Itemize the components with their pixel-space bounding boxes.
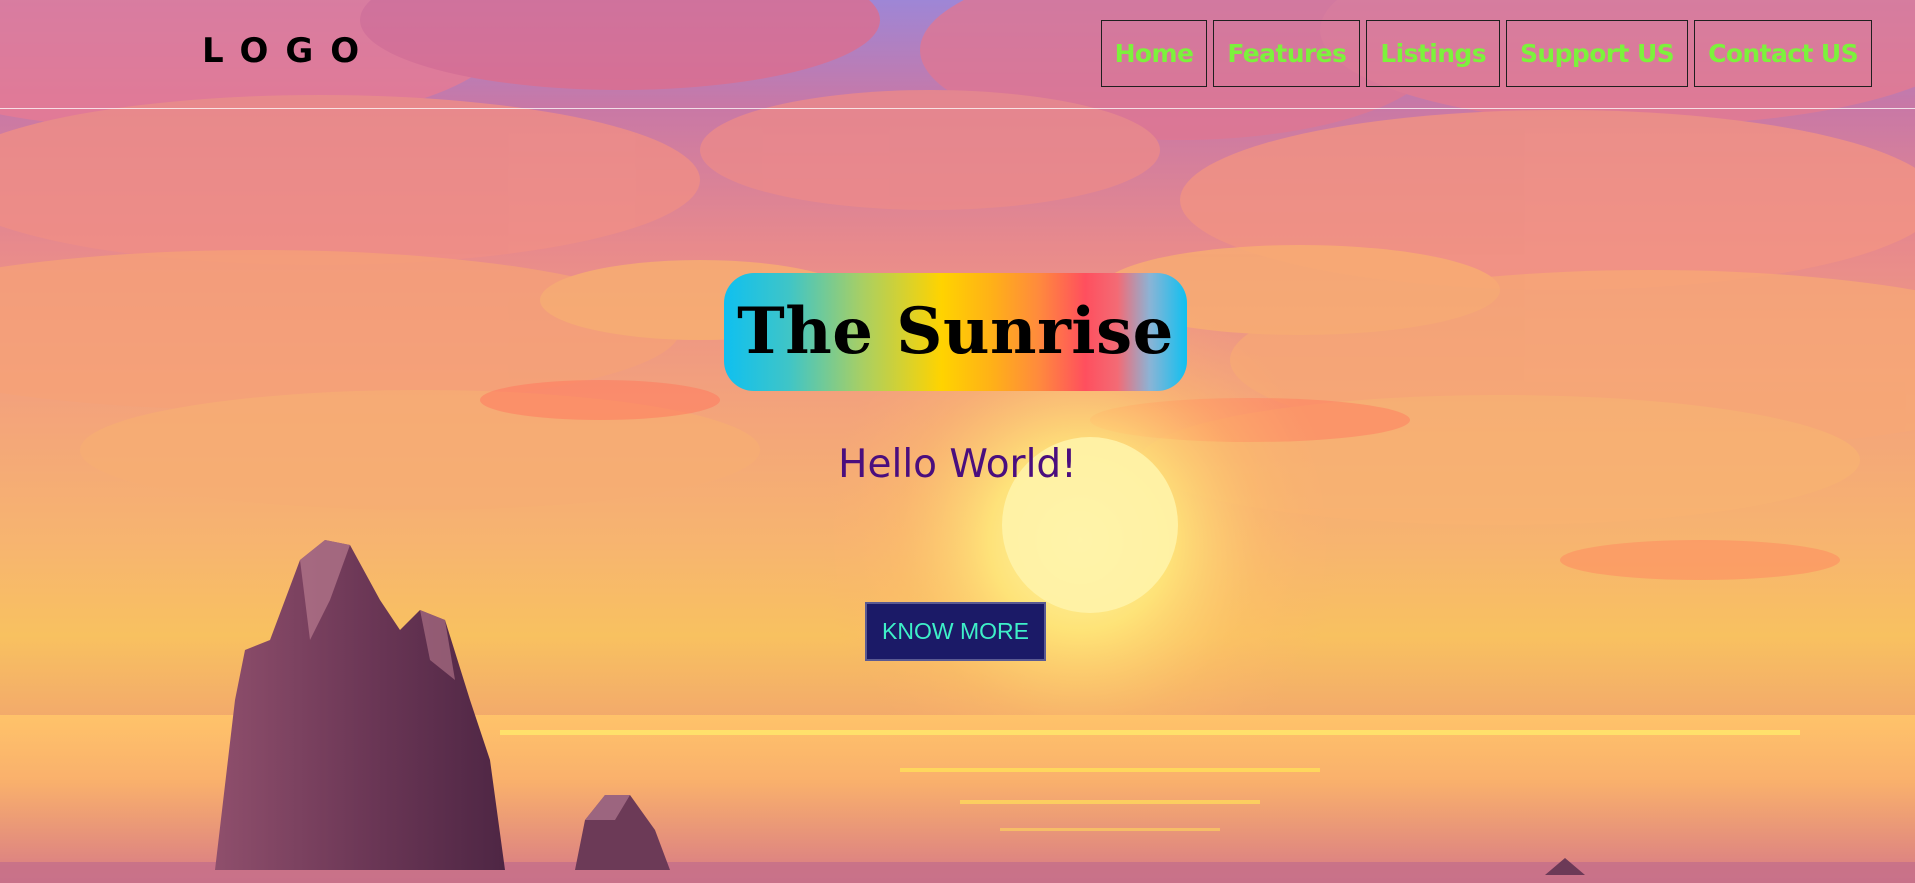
landing-page: LOGO Home Features Listings Support US C… — [0, 0, 1915, 883]
hero-title: The Sunrise — [737, 294, 1174, 369]
hero-subtitle: Hello World! — [838, 442, 1077, 487]
hero-section: The Sunrise Hello World! KNOW MORE — [0, 0, 1915, 883]
know-more-button[interactable]: KNOW MORE — [865, 602, 1046, 661]
hero-title-badge: The Sunrise — [724, 273, 1187, 391]
